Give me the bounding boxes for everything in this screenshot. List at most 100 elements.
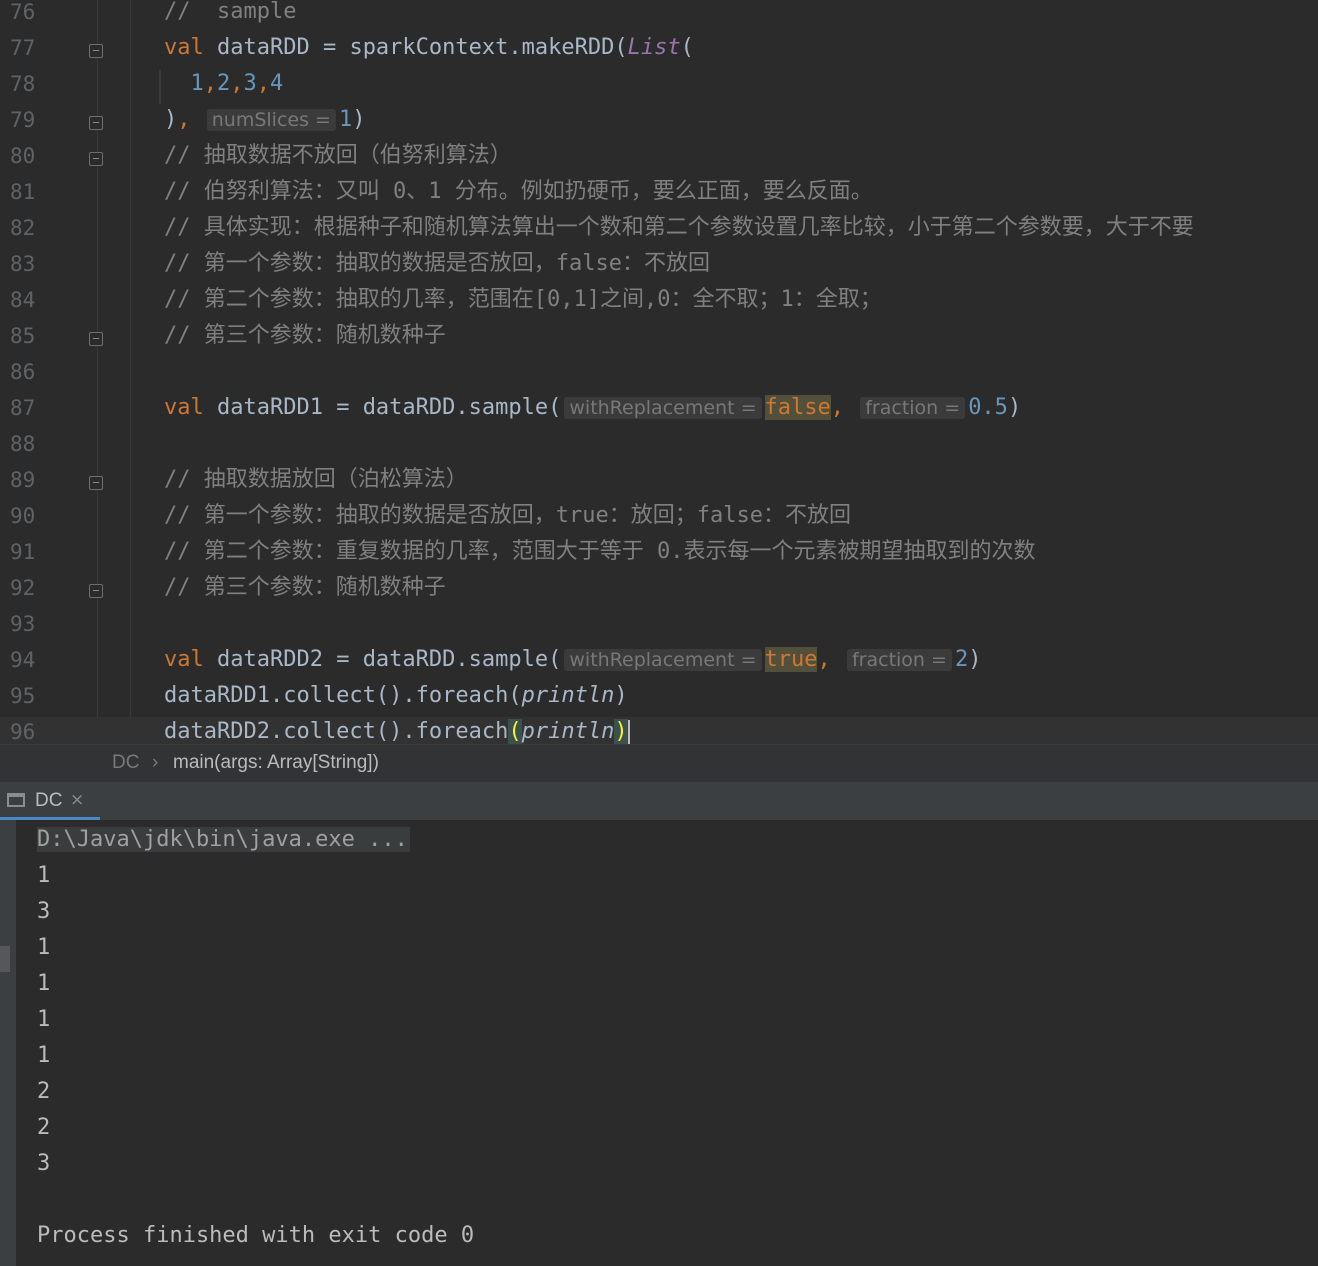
code-line-93[interactable]: 93 (0, 609, 1318, 645)
console-toolbar (0, 820, 16, 1266)
code-line-81[interactable]: 81 // 伯努利算法：又叫 0、1 分布。例如扔硬币，要么正面，要么反面。 (0, 177, 1318, 213)
code-line-76[interactable]: 76 // sample (0, 0, 1318, 33)
code-token: ) (968, 647, 982, 672)
console-output-line: 2 (37, 1079, 51, 1104)
line-number: 92 (10, 576, 36, 600)
code-token: ( (680, 35, 694, 60)
code-token: false (764, 395, 831, 420)
run-tab-dc[interactable]: DC (35, 790, 62, 812)
code-token: dataRDD2.collect().foreach (164, 719, 509, 744)
code-line-77[interactable]: 77 val dataRDD = sparkContext.makeRDD(Lis… (0, 33, 1318, 69)
code-line-78[interactable]: 78 1,2,3,4 (0, 69, 1318, 105)
code-token: dataRDD1 = dataRDD.sample( (203, 395, 562, 420)
code-token: println (521, 719, 615, 744)
fold-marker-icon[interactable] (89, 116, 103, 130)
code-token: 2 (217, 71, 231, 96)
code-token: // 具体实现：根据种子和随机算法算出一个数和第二个参数设置几率比较，小于第二个… (164, 215, 1194, 240)
line-number: 87 (10, 396, 36, 420)
parameter-hint: withReplacement = (564, 397, 762, 419)
parameter-hint: fraction = (860, 397, 966, 419)
breadcrumb: DC › main(args: Array[String]) (0, 744, 1318, 783)
line-number: 84 (10, 288, 36, 312)
code-line-95[interactable]: 95 dataRDD1.collect().foreach(println) (0, 681, 1318, 717)
line-number: 89 (10, 468, 36, 492)
code-token: println (521, 683, 615, 708)
code-token: // 第三个参数：随机数种子 (164, 575, 446, 600)
fold-marker-icon[interactable] (89, 44, 103, 58)
rerun-icon[interactable] (0, 908, 10, 934)
line-number: 90 (10, 504, 36, 528)
breadcrumb-separator: › (152, 752, 159, 773)
console-output-line: 1 (37, 971, 51, 996)
print-icon[interactable] (0, 1026, 10, 1052)
run-tool-window-tabs: DC × (0, 782, 1318, 821)
code-text: // 第二个参数：重复数据的几率，范围大于等于 0.表示每一个元素被期望抽取到的… (164, 537, 1035, 573)
code-token: , (230, 71, 244, 96)
line-number: 88 (10, 432, 36, 456)
code-line-83[interactable]: 83 // 第一个参数：抽取的数据是否放回，false：不放回 (0, 249, 1318, 285)
code-line-85[interactable]: 85 // 第三个参数：随机数种子 (0, 321, 1318, 357)
fold-marker-icon[interactable] (89, 332, 103, 346)
code-token: // 第三个参数：随机数种子 (164, 323, 446, 348)
close-icon[interactable]: × (70, 790, 84, 810)
code-line-92[interactable]: 92 // 第三个参数：随机数种子 (0, 573, 1318, 609)
code-line-82[interactable]: 82 // 具体实现：根据种子和随机算法算出一个数和第二个参数设置几率比较，小于第… (0, 213, 1318, 249)
console-command[interactable]: D:\Java\jdk\bin\java.exe ... (37, 827, 410, 852)
code-text: // 具体实现：根据种子和随机算法算出一个数和第二个参数设置几率比较，小于第二个… (164, 213, 1194, 249)
code-text: val dataRDD1 = dataRDD.sample(withReplac… (164, 393, 1021, 429)
fold-marker-icon[interactable] (89, 152, 103, 166)
console-output-line: 2 (37, 1115, 51, 1140)
console-output-line: 1 (37, 1043, 51, 1068)
code-token: , (203, 71, 217, 96)
code-token: ) (1007, 395, 1022, 420)
code-text: // 伯努利算法：又叫 0、1 分布。例如扔硬币，要么正面，要么反面。 (164, 177, 873, 213)
code-token: // 第二个参数：抽取的几率，范围在[0,1]之间,0：全不取；1：全取； (164, 287, 882, 312)
code-token: dataRDD1.collect().foreach( (164, 683, 522, 708)
breadcrumb-method[interactable]: main(args: Array[String]) (173, 752, 379, 774)
code-line-87[interactable]: 87 val dataRDD1 = dataRDD.sample(withRepl… (0, 393, 1318, 429)
code-text: // sample (164, 0, 296, 33)
code-text: 1,2,3,4 (164, 69, 284, 105)
code-text: // 第一个参数：抽取的数据是否放回，false：不放回 (164, 249, 710, 285)
code-token: // 抽取数据不放回（伯努利算法） (164, 143, 512, 168)
code-line-80[interactable]: 80 // 抽取数据不放回（伯努利算法） (0, 141, 1318, 177)
line-number: 79 (10, 108, 36, 132)
pin-icon[interactable] (0, 986, 10, 1012)
fold-marker-icon[interactable] (89, 584, 103, 598)
parameter-hint: withReplacement = (564, 649, 762, 671)
line-number: 95 (10, 684, 36, 708)
code-token: ) (614, 719, 628, 744)
code-token: val (164, 395, 204, 420)
code-line-86[interactable]: 86 (0, 357, 1318, 393)
code-token: , (256, 71, 270, 96)
code-line-94[interactable]: 94 val dataRDD2 = dataRDD.sample(withRepl… (0, 645, 1318, 681)
code-token: // 第一个参数：抽取的数据是否放回，false：不放回 (164, 251, 710, 276)
stop-icon[interactable] (0, 946, 10, 972)
code-line-91[interactable]: 91 // 第二个参数：重复数据的几率，范围大于等于 0.表示每一个元素被期望抽取… (0, 537, 1318, 573)
code-token: val (164, 647, 204, 672)
code-text: dataRDD1.collect().foreach(println) (164, 681, 628, 717)
console-output-line: 1 (37, 863, 51, 888)
code-line-96[interactable]: 96 dataRDD2.collect().foreach(println) (0, 717, 1318, 744)
code-line-79[interactable]: 79), numSlices = 1) (0, 105, 1318, 141)
text-caret (627, 720, 630, 744)
code-line-88[interactable]: 88 (0, 429, 1318, 465)
line-number: 96 (10, 720, 36, 744)
code-token: // 第二个参数：重复数据的几率，范围大于等于 0.表示每一个元素被期望抽取到的… (164, 539, 1036, 564)
line-number: 76 (10, 0, 36, 24)
code-line-89[interactable]: 89 // 抽取数据放回（泊松算法） (0, 465, 1318, 501)
run-console[interactable]: D:\Java\jdk\bin\java.exe ... 1 3 1 1 1 1 2 2 3 P… (0, 820, 1318, 1266)
code-token: dataRDD2 = dataRDD.sample( (203, 647, 562, 672)
code-line-84[interactable]: 84 // 第二个参数：抽取的几率，范围在[0,1]之间,0：全不取；1：全取； (0, 285, 1318, 321)
breadcrumb-class[interactable]: DC (112, 752, 139, 774)
code-line-90[interactable]: 90 // 第一个参数：抽取的数据是否放回，true：放回；false：不放回 (0, 501, 1318, 537)
code-token: true (764, 647, 818, 672)
code-token: 1 (190, 71, 204, 96)
code-token: , (830, 395, 844, 420)
code-editor[interactable]: 76 // sample 77 val dataRDD = sparkContext.… (0, 0, 1318, 744)
fold-marker-icon[interactable] (89, 476, 103, 490)
line-number: 85 (10, 324, 36, 348)
code-token: // 第一个参数：抽取的数据是否放回，true：放回；false：不放回 (164, 503, 851, 528)
